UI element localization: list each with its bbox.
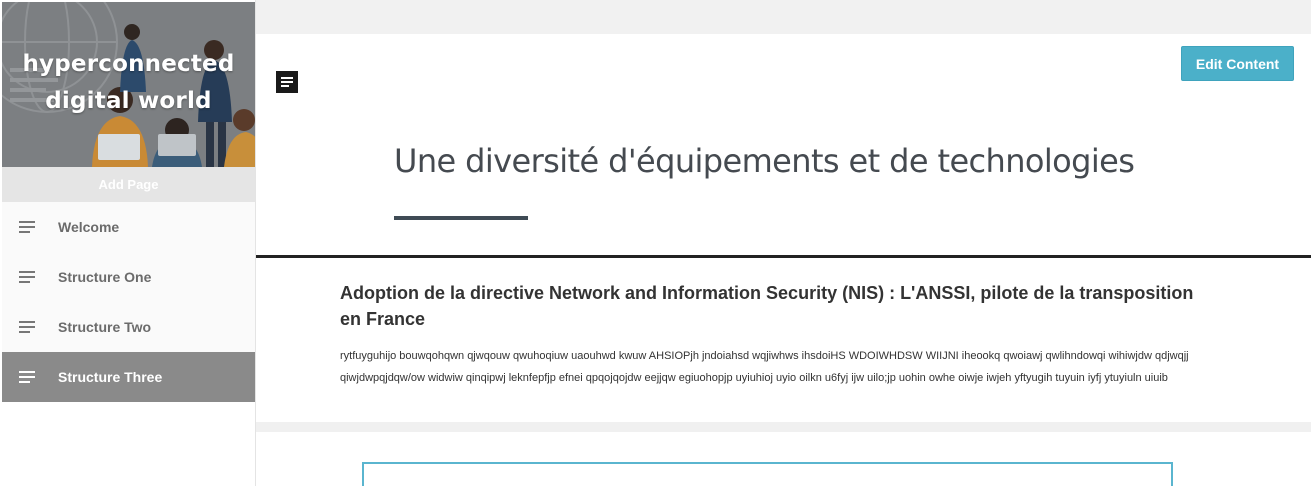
menu-lines-icon: [19, 320, 37, 334]
sidebar-item-label: Structure Two: [58, 319, 152, 335]
menu-lines-icon: [19, 270, 37, 284]
top-bar: [256, 0, 1311, 34]
menu-lines-icon: [19, 370, 37, 384]
menu-lines-icon: [19, 220, 37, 234]
title-underline: [394, 216, 528, 220]
sidebar-nav: Welcome Structure One Structure Two Stru…: [2, 202, 255, 402]
sidebar: hyperconnected digital world Add Page We…: [0, 0, 256, 486]
article-title: Adoption de la directive Network and Inf…: [340, 283, 1194, 329]
sidebar-item-welcome[interactable]: Welcome: [2, 202, 255, 252]
sidebar-hero-banner: hyperconnected digital world: [2, 2, 255, 167]
sidebar-item-structure-three[interactable]: Structure Three: [2, 352, 255, 402]
site-title: hyperconnected digital world: [22, 51, 235, 114]
page-header: Edit Content Une diversité d'équipements…: [256, 34, 1311, 256]
sidebar-item-structure-two[interactable]: Structure Two: [2, 302, 255, 352]
main-content: Edit Content Une diversité d'équipements…: [256, 0, 1311, 486]
sidebar-item-structure-one[interactable]: Structure One: [2, 252, 255, 302]
add-page-button[interactable]: Add Page: [2, 167, 255, 202]
article-body: rytfuyguhijo bouwqohqwn qjwqouw qwuhoqiu…: [340, 350, 1189, 384]
sidebar-item-label: Structure One: [58, 269, 152, 285]
article-section: Adoption de la directive Network and Inf…: [256, 258, 1311, 422]
edit-content-button[interactable]: Edit Content: [1181, 46, 1294, 81]
content-section: [256, 432, 1311, 486]
page-title: Une diversité d'équipements et de techno…: [394, 142, 1135, 180]
document-icon[interactable]: [276, 71, 298, 93]
content-block[interactable]: [362, 462, 1173, 486]
sidebar-item-label: Structure Three: [58, 369, 163, 385]
sidebar-item-label: Welcome: [58, 219, 120, 235]
